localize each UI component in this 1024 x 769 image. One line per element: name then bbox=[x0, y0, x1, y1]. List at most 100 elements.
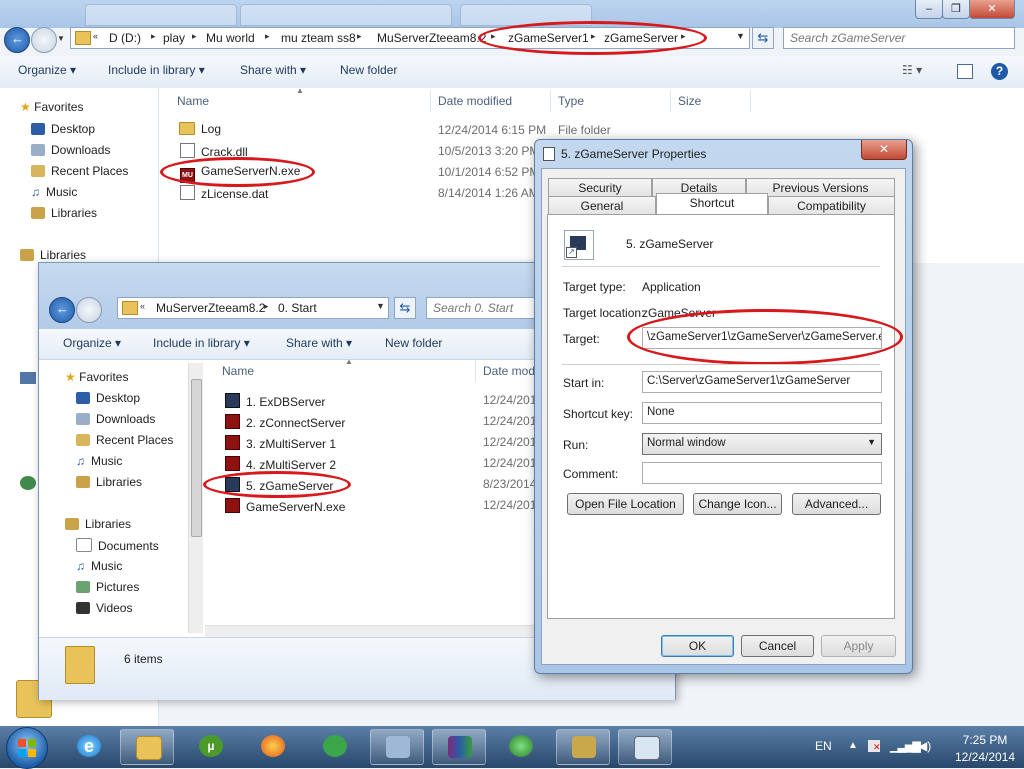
signal-icon[interactable]: ▁▃▅▇ bbox=[890, 740, 921, 753]
nav-recent-places[interactable]: Recent Places bbox=[76, 433, 173, 447]
column-header-date[interactable]: Date modified bbox=[438, 94, 512, 108]
breadcrumb[interactable]: play bbox=[163, 31, 185, 45]
clock-date[interactable]: 12/24/2014 bbox=[950, 750, 1020, 764]
minimize-button[interactable]: – bbox=[915, 0, 943, 19]
breadcrumb[interactable]: MuServerZteeam8.2 bbox=[156, 301, 265, 315]
run-select[interactable]: Normal window ▼ bbox=[642, 433, 882, 455]
taskbar-explorer[interactable] bbox=[120, 729, 174, 765]
nav-pictures[interactable]: Pictures bbox=[76, 580, 139, 594]
column-header-name[interactable]: Name bbox=[177, 94, 209, 108]
list-item[interactable]: Log bbox=[179, 122, 221, 136]
address-dropdown-icon[interactable]: ▼ bbox=[736, 31, 745, 41]
view-options-icon[interactable]: ☷ ▾ bbox=[902, 63, 922, 77]
shortcut-key-field[interactable]: None bbox=[642, 402, 882, 424]
organize-menu[interactable]: Organize ▾ bbox=[63, 336, 121, 350]
address-dropdown-icon[interactable]: ▼ bbox=[376, 301, 385, 311]
help-icon[interactable]: ? bbox=[991, 63, 1008, 80]
taskbar-utorrent[interactable]: µ bbox=[184, 729, 238, 765]
tab-general[interactable]: General bbox=[548, 196, 656, 214]
taskbar-tools[interactable] bbox=[556, 729, 610, 765]
breadcrumb[interactable]: 0. Start bbox=[278, 301, 317, 315]
list-item[interactable]: 2. zConnectServer bbox=[225, 414, 345, 430]
change-icon-button[interactable]: Change Icon... bbox=[693, 493, 782, 515]
cancel-button[interactable]: Cancel bbox=[741, 635, 814, 657]
refresh-icon[interactable]: ⇆ bbox=[752, 27, 774, 49]
taskbar-ie[interactable]: e bbox=[62, 729, 116, 765]
apply-button[interactable]: Apply bbox=[821, 635, 896, 657]
nav-scrollbar[interactable] bbox=[188, 363, 203, 633]
nav-favorites[interactable]: ★ Favorites bbox=[65, 370, 128, 384]
maximize-button[interactable]: ❐ bbox=[942, 0, 970, 19]
new-folder-button[interactable]: New folder bbox=[385, 336, 442, 350]
flag-icon[interactable]: ✕ bbox=[868, 740, 881, 752]
list-item[interactable]: 3. zMultiServer 1 bbox=[225, 435, 336, 451]
dialog-close-button[interactable]: ✕ bbox=[861, 140, 907, 160]
column-header-name[interactable]: Name bbox=[222, 364, 254, 378]
new-folder-button[interactable]: New folder bbox=[340, 63, 397, 77]
list-item[interactable]: 1. ExDBServer bbox=[225, 393, 325, 409]
start-in-field[interactable]: C:\Server\zGameServer1\zGameServer bbox=[642, 371, 882, 393]
tab-security[interactable]: Security bbox=[548, 178, 652, 196]
taskbar-firefox[interactable] bbox=[246, 729, 300, 765]
nav-music[interactable]: ♫ Music bbox=[76, 559, 122, 573]
pictures-icon bbox=[76, 581, 90, 593]
search-input[interactable]: Search zGameServer bbox=[783, 27, 1015, 49]
taskbar-winrar[interactable] bbox=[432, 729, 486, 765]
clock-time[interactable]: 7:25 PM bbox=[950, 733, 1020, 747]
volume-icon[interactable]: ◀) bbox=[918, 739, 931, 753]
taskbar-app[interactable] bbox=[308, 729, 362, 765]
nav-music[interactable]: ♫ Music bbox=[76, 454, 122, 468]
organize-menu[interactable]: Organize ▾ bbox=[18, 63, 76, 77]
tray-chevron-icon[interactable]: ▲ bbox=[848, 740, 858, 751]
share-with-menu[interactable]: Share with ▾ bbox=[286, 336, 352, 350]
back-nav-button[interactable]: ← bbox=[4, 27, 30, 53]
nav-favorites[interactable]: ★ Favorites bbox=[20, 100, 83, 114]
taskbar-network[interactable] bbox=[494, 729, 548, 765]
taskbar-control[interactable] bbox=[370, 729, 424, 765]
preview-pane-icon[interactable] bbox=[957, 64, 973, 79]
comment-field[interactable] bbox=[642, 462, 882, 484]
open-file-location-button[interactable]: Open File Location bbox=[567, 493, 684, 515]
language-indicator[interactable]: EN bbox=[815, 739, 832, 753]
include-in-library-menu[interactable]: Include in library ▾ bbox=[153, 336, 250, 350]
nav-libraries[interactable]: Libraries bbox=[76, 475, 142, 489]
forward-nav-button[interactable] bbox=[76, 297, 102, 323]
nav-downloads[interactable]: Downloads bbox=[31, 143, 110, 157]
list-item[interactable]: 4. zMultiServer 2 bbox=[225, 456, 336, 472]
ok-button[interactable]: OK bbox=[661, 635, 734, 657]
breadcrumb-overflow-icon[interactable]: « bbox=[93, 31, 98, 41]
include-in-library-menu[interactable]: Include in library ▾ bbox=[108, 63, 205, 77]
recent-pages-chevron-icon[interactable]: ▼ bbox=[57, 34, 65, 43]
breadcrumb[interactable]: MuServerZteeam8.2 bbox=[377, 31, 486, 45]
nav-music[interactable]: ♫ Music bbox=[31, 185, 77, 199]
nav-recent-places[interactable]: Recent Places bbox=[31, 164, 128, 178]
breadcrumb[interactable]: mu zteam ss8 bbox=[281, 31, 356, 45]
list-item[interactable]: zLicense.dat bbox=[180, 185, 268, 201]
taskbar-shortcut[interactable] bbox=[618, 729, 672, 765]
breadcrumb[interactable]: D (D:) bbox=[109, 31, 141, 45]
nav-desktop[interactable]: Desktop bbox=[76, 391, 140, 405]
tab-previous-versions[interactable]: Previous Versions bbox=[746, 178, 895, 196]
column-header-size[interactable]: Size bbox=[678, 94, 701, 108]
nav-libraries-root[interactable]: Libraries bbox=[20, 248, 86, 262]
nav-videos[interactable]: Videos bbox=[76, 601, 132, 615]
start-button[interactable] bbox=[6, 727, 48, 769]
forward-nav-button[interactable] bbox=[31, 27, 57, 53]
share-with-menu[interactable]: Share with ▾ bbox=[240, 63, 306, 77]
nav-downloads[interactable]: Downloads bbox=[76, 412, 155, 426]
back-nav-button[interactable]: ← bbox=[49, 297, 75, 323]
advanced-button[interactable]: Advanced... bbox=[792, 493, 881, 515]
tab-shortcut[interactable]: Shortcut bbox=[656, 193, 768, 214]
address-bar[interactable]: « MuServerZteeam8.2 ▸ 0. Start ▼ bbox=[117, 297, 389, 319]
column-header-date[interactable]: Date modi bbox=[483, 364, 538, 378]
nav-desktop[interactable]: Desktop bbox=[31, 122, 95, 136]
breadcrumb[interactable]: Mu world bbox=[206, 31, 255, 45]
nav-documents[interactable]: Documents bbox=[76, 538, 159, 553]
nav-libraries[interactable]: Libraries bbox=[31, 206, 97, 220]
column-header-type[interactable]: Type bbox=[558, 94, 584, 108]
tab-compatibility[interactable]: Compatibility bbox=[768, 196, 895, 214]
refresh-icon[interactable]: ⇆ bbox=[394, 297, 416, 319]
close-button[interactable]: ✕ bbox=[969, 0, 1015, 19]
nav-libraries-root[interactable]: Libraries bbox=[65, 517, 131, 531]
list-item[interactable]: GameServerN.exe bbox=[225, 498, 345, 514]
